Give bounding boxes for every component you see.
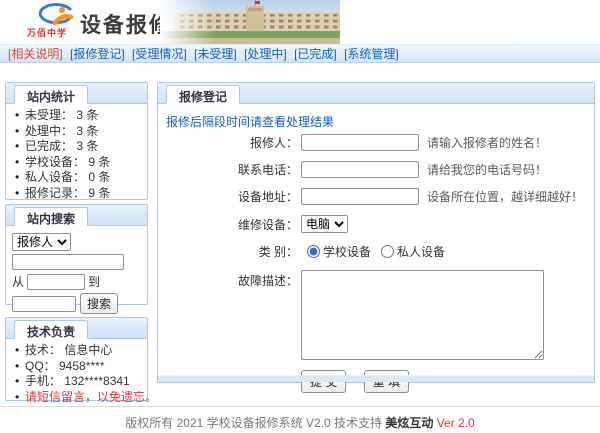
search-box-body: 报修人 从 到 搜索 <box>6 226 147 314</box>
school-logo-icon <box>26 2 78 26</box>
category-label: 类 别： <box>158 243 298 260</box>
search-button[interactable]: 搜索 <box>80 293 118 314</box>
phone-input[interactable] <box>301 161 419 178</box>
search-keyword-input[interactable] <box>12 254 124 270</box>
tech-box: 技术负责 技术： 信息中心 QQ： 9458**** 手机： 132****83… <box>5 317 148 401</box>
search-date-from-input[interactable] <box>27 274 85 290</box>
tech-box-header: 技术负责 <box>6 318 147 339</box>
search-box-title: 站内搜索 <box>14 207 88 226</box>
device-address-input[interactable] <box>301 188 419 205</box>
reporter-label: 报修人： <box>158 134 298 151</box>
version-label: Ver 2.0 <box>437 416 475 430</box>
search-field-select[interactable]: 报修人 <box>12 233 71 251</box>
panel-note: 报修后隔段时间请查看处理结果 <box>166 113 594 130</box>
category-option-school: 学校设备 <box>323 243 371 260</box>
nav-item-completed[interactable]: [已完成] <box>294 47 337 61</box>
category-radio-private[interactable] <box>381 245 394 258</box>
tech-owner: 技术： 信息中心 <box>14 343 143 359</box>
nav-item-not-accepted[interactable]: [未受理] <box>194 47 237 61</box>
search-box-header: 站内搜索 <box>6 205 147 226</box>
repair-register-panel: 报修登记 报修后隔段时间请查看处理结果 报修人： 请输入报修者的姓名！ 联系电话… <box>157 82 595 383</box>
tech-box-title: 技术负责 <box>14 320 88 339</box>
device-address-label: 设备地址： <box>158 188 298 205</box>
tech-list: 技术： 信息中心 QQ： 9458**** 手机： 132****8341 请短… <box>6 339 147 405</box>
tech-phone: 手机： 132****8341 <box>14 374 143 390</box>
search-date-to-input[interactable] <box>12 296 76 312</box>
device-address-hint: 设备所在位置，越详细越好！ <box>427 188 583 205</box>
nav-item-in-progress[interactable]: [处理中] <box>244 47 287 61</box>
search-from-label: 从 <box>12 273 24 290</box>
page-footer: 版权所有 2021 学校设备报修系统 V2.0 技术支持 美炫互动 Ver 2.… <box>0 406 600 431</box>
tab-repair-register[interactable]: 报修登记 <box>166 85 240 104</box>
category-option-private: 私人设备 <box>397 243 445 260</box>
search-box: 站内搜索 报修人 从 到 搜索 <box>5 204 148 305</box>
panel-footer-strip <box>158 375 594 382</box>
panel-header: 报修登记 <box>158 83 594 104</box>
stats-list: 未受理： 3 条 处理中： 3 条 已完成： 3 条 学校设备： 9 条 私人设… <box>6 104 147 201</box>
nav-item-acceptance-status[interactable]: [受理情况] <box>132 47 187 61</box>
nav-item-instructions[interactable]: [相关说明] <box>8 47 63 61</box>
fault-desc-textarea[interactable] <box>301 270 544 360</box>
stat-not-accepted: 未受理： 3 条 <box>14 108 143 124</box>
tech-warning: 请短信留言，以免遗忘。 <box>14 390 143 406</box>
phone-label: 联系电话： <box>158 161 298 178</box>
page: 万佰中学 设备报修系统 <box>0 0 600 433</box>
stat-repair-records: 报修记录： 9 条 <box>14 186 143 202</box>
tech-qq: QQ： 9458**** <box>14 359 143 375</box>
stats-box-header: 站内统计 <box>6 83 147 104</box>
repair-form: 报修人： 请输入报修者的姓名！ 联系电话： 请给我您的电话号码！ 设备地址： 设… <box>158 134 594 393</box>
search-to-label: 到 <box>88 273 100 290</box>
phone-hint: 请给我您的电话号码！ <box>427 161 547 178</box>
stat-in-progress: 处理中： 3 条 <box>14 124 143 140</box>
fault-desc-label: 故障描述： <box>158 270 298 289</box>
nav-item-system-admin[interactable]: [系统管理] <box>344 47 399 61</box>
nav-item-repair-register[interactable]: [报修登记] <box>70 47 125 61</box>
category-radio-school[interactable] <box>307 245 320 258</box>
device-type-label: 维修设备： <box>158 216 298 233</box>
stat-completed: 已完成： 3 条 <box>14 139 143 155</box>
app-header: 万佰中学 设备报修系统 <box>0 0 600 44</box>
stat-private-devices: 私人设备： 0 条 <box>14 170 143 186</box>
school-building-photo <box>160 0 340 44</box>
stat-school-devices: 学校设备： 9 条 <box>14 155 143 171</box>
school-name: 万佰中学 <box>27 26 67 39</box>
copyright-text: 版权所有 2021 学校设备报修系统 V2.0 技术支持 <box>125 416 382 430</box>
main-nav: [相关说明] [报修登记] [受理情况] [未受理] [处理中] [已完成] [… <box>0 44 600 63</box>
stats-box-title: 站内统计 <box>14 85 88 104</box>
category-radio-group: 学校设备 私人设备 <box>307 243 455 260</box>
company-name: 美炫互动 <box>385 416 433 430</box>
reporter-hint: 请输入报修者的姓名！ <box>427 134 547 151</box>
stats-box: 站内统计 未受理： 3 条 处理中： 3 条 已完成： 3 条 学校设备： 9 … <box>5 82 148 200</box>
device-type-select[interactable]: 电脑 <box>301 215 348 233</box>
reporter-input[interactable] <box>301 134 419 151</box>
